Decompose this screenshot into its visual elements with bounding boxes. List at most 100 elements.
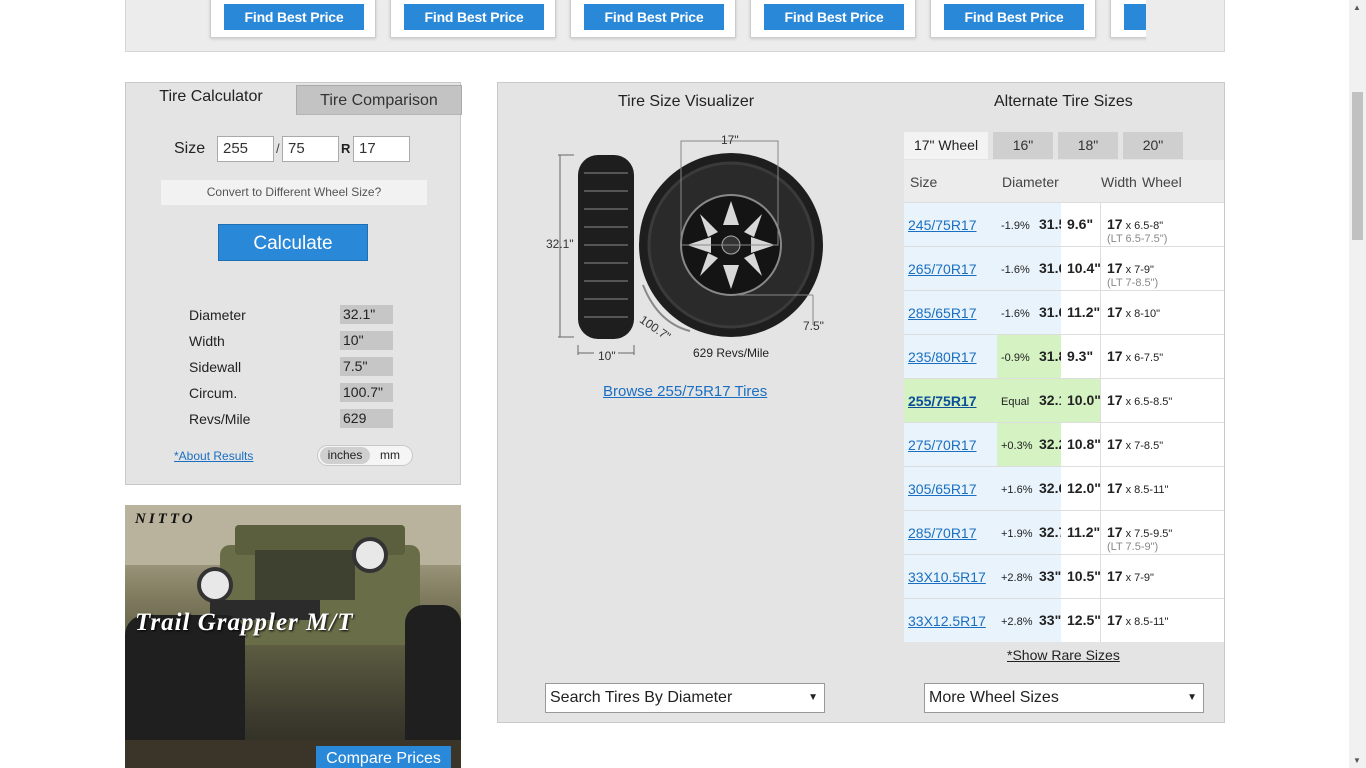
- unit-inches-option[interactable]: inches: [320, 447, 370, 464]
- tire-size-link[interactable]: 33X10.5R17: [908, 569, 986, 585]
- tire-size-link[interactable]: 255/75R17: [908, 393, 977, 409]
- nitto-ad-banner[interactable]: NITTO Trail Grappler M/T Compare Prices: [125, 505, 461, 768]
- wheel-value: 17 x 8-10": [1107, 304, 1160, 320]
- visualizer-panel: Tire Size Visualizer Alternate Tire Size…: [497, 82, 1225, 723]
- cell-width: 9.3": [1061, 335, 1100, 378]
- cell-wheel: 17 x 7.5-9.5" (LT 7.5-9"): [1100, 511, 1224, 554]
- table-row: 33X12.5R17 +2.8% 33" 12.5" 17 x 8.5-11": [904, 598, 1224, 642]
- tire-size-link[interactable]: 275/70R17: [908, 437, 977, 453]
- dim-width-label: 10": [598, 349, 616, 363]
- cell-diameter: -1.6% 31.6": [997, 247, 1073, 290]
- dim-sidewall-label: 7.5": [803, 319, 824, 333]
- unit-mm-option[interactable]: mm: [380, 447, 400, 464]
- cell-diameter: +2.8% 33": [997, 599, 1061, 642]
- find-best-price-button[interactable]: Find Best Price: [584, 4, 724, 30]
- alternate-sizes-title: Alternate Tire Sizes: [994, 93, 1133, 110]
- rim-width-range: x 6.5-8.5": [1125, 396, 1173, 408]
- header-diameter: Diameter: [1002, 174, 1059, 190]
- wheel-select-value: More Wheel Sizes: [929, 689, 1059, 706]
- scroll-up-arrow-icon[interactable]: ▲: [1353, 3, 1361, 12]
- cell-size: 33X10.5R17: [904, 555, 997, 598]
- result-label: Sidewall: [189, 359, 242, 375]
- tire-size-link[interactable]: 305/65R17: [908, 481, 977, 497]
- diameter-diff-pct: Equal: [1001, 396, 1030, 408]
- rim-diameter: 17: [1107, 524, 1123, 540]
- find-best-price-button[interactable]: Find Best Price: [224, 4, 364, 30]
- search-by-diameter-select[interactable]: Search Tires By Diameter ▼: [545, 683, 825, 713]
- lt-rim-range: (LT 7.5-9"): [1107, 541, 1159, 553]
- wheel-value: 17 x 8.5-11": [1107, 480, 1168, 496]
- size-label: Size: [174, 140, 206, 157]
- calculate-button[interactable]: Calculate: [218, 224, 368, 261]
- cell-wheel: 17 x 7-8.5": [1100, 423, 1224, 466]
- diameter-diff-pct: +1.9%: [1001, 528, 1033, 540]
- cell-size: 235/80R17: [904, 335, 997, 378]
- price-card: Find Best Price: [210, 0, 376, 38]
- cell-width: 11.2": [1061, 291, 1100, 334]
- price-strip: Find Best Price Find Best Price Find Bes…: [125, 0, 1225, 52]
- diameter-diff-pct: +0.3%: [1001, 440, 1033, 452]
- tire-size-link[interactable]: 285/65R17: [908, 305, 977, 321]
- ad-product-name: Trail Grappler M/T: [135, 609, 354, 636]
- find-best-price-button[interactable]: [1124, 4, 1146, 30]
- result-label: Diameter: [189, 307, 246, 323]
- compare-prices-button[interactable]: Compare Prices: [316, 746, 451, 768]
- scrollbar-thumb[interactable]: [1352, 92, 1363, 240]
- table-row: 255/75R17 Equal 32.1" 10.0" 17 x 6.5-8.5": [904, 378, 1224, 422]
- rim-width-range: x 6-7.5": [1125, 352, 1164, 364]
- cell-diameter: -1.9% 31.5": [997, 203, 1073, 246]
- convert-wheel-size-button[interactable]: Convert to Different Wheel Size?: [161, 180, 427, 205]
- rim-width-range: x 8.5-11": [1125, 484, 1169, 496]
- tab-18-wheel[interactable]: 18": [1058, 132, 1118, 159]
- tire-size-link[interactable]: 285/70R17: [908, 525, 977, 541]
- cell-wheel: 17 x 8.5-11": [1100, 599, 1224, 642]
- unit-toggle[interactable]: inches mm: [317, 445, 413, 466]
- tab-tire-comparison[interactable]: Tire Comparison: [296, 85, 462, 115]
- find-best-price-button[interactable]: Find Best Price: [944, 4, 1084, 30]
- tire-width-input[interactable]: 255: [217, 136, 274, 162]
- dim-diameter-label: 32.1": [546, 237, 574, 251]
- cell-size: 33X12.5R17: [904, 599, 997, 642]
- page-scrollbar[interactable]: ▲ ▼: [1349, 0, 1366, 768]
- tab-17-wheel[interactable]: 17" Wheel: [904, 132, 988, 159]
- size-separator: /: [276, 141, 280, 156]
- wheel-value: 17 x 8.5-11": [1107, 612, 1168, 628]
- rim-width-range: x 7-9": [1125, 572, 1154, 584]
- tire-size-link[interactable]: 33X12.5R17: [908, 613, 986, 629]
- table-row: 33X10.5R17 +2.8% 33" 10.5" 17 x 7-9": [904, 554, 1224, 598]
- browse-tires-link[interactable]: Browse 255/75R17 Tires: [603, 383, 767, 400]
- diameter-diff-pct: -0.9%: [1001, 352, 1030, 364]
- diameter-value: 33": [1039, 568, 1062, 584]
- find-best-price-button[interactable]: Find Best Price: [404, 4, 544, 30]
- cell-diameter: +0.3% 32.2": [997, 423, 1073, 466]
- tab-20-wheel[interactable]: 20": [1123, 132, 1183, 159]
- tire-size-link[interactable]: 245/75R17: [908, 217, 977, 233]
- cell-wheel: 17 x 7-9" (LT 7-8.5"): [1100, 247, 1224, 290]
- rim-width-range: x 7-9": [1125, 264, 1154, 276]
- tab-16-wheel[interactable]: 16": [993, 132, 1053, 159]
- wheel-value: 17 x 7-9": [1107, 568, 1154, 584]
- wheel-value: 17 x 6.5-8.5": [1107, 392, 1172, 408]
- more-wheel-sizes-select[interactable]: More Wheel Sizes ▼: [924, 683, 1204, 713]
- result-value: 7.5": [340, 357, 393, 376]
- about-results-link[interactable]: *About Results: [174, 449, 253, 463]
- rim-diameter: 17: [1107, 260, 1123, 276]
- price-card: Find Best Price: [390, 0, 556, 38]
- rim-diameter: 17: [1107, 612, 1123, 628]
- aspect-ratio-input[interactable]: 75: [282, 136, 339, 162]
- scroll-down-arrow-icon[interactable]: ▼: [1353, 756, 1361, 765]
- rim-width-range: x 8-10": [1125, 308, 1161, 320]
- find-best-price-button[interactable]: Find Best Price: [764, 4, 904, 30]
- rim-diameter: 17: [1107, 436, 1123, 452]
- table-row: 235/80R17 -0.9% 31.8" 9.3" 17 x 6-7.5": [904, 334, 1224, 378]
- show-rare-sizes-link[interactable]: *Show Rare Sizes: [1007, 647, 1120, 663]
- cell-diameter: -1.6% 31.6": [997, 291, 1073, 334]
- visualizer-title: Tire Size Visualizer: [618, 93, 755, 110]
- rim-diameter-input[interactable]: 17: [353, 136, 410, 162]
- diameter-diff-pct: -1.9%: [1001, 220, 1030, 232]
- tire-size-link[interactable]: 235/80R17: [908, 349, 977, 365]
- rim-width-range: x 7.5-9.5": [1125, 528, 1173, 540]
- tab-tire-calculator[interactable]: Tire Calculator: [126, 83, 296, 115]
- tire-size-link[interactable]: 265/70R17: [908, 261, 977, 277]
- wheel-value: 17 x 7-9": [1107, 260, 1154, 276]
